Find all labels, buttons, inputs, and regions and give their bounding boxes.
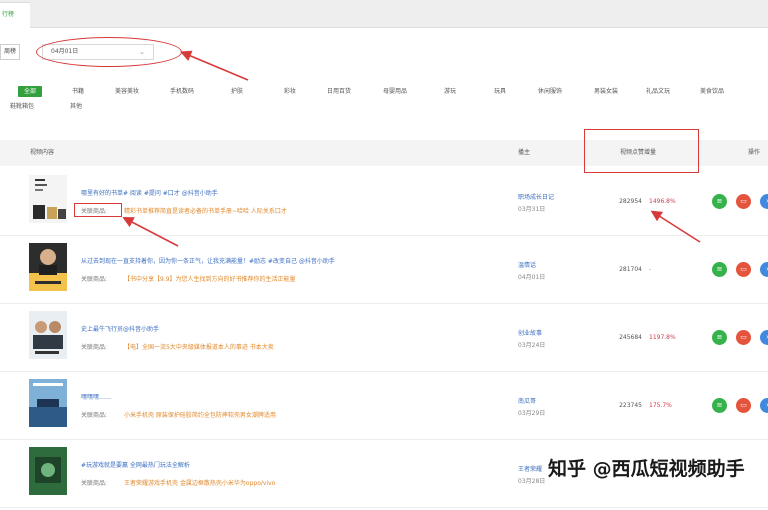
watermark: 知乎 @西瓜短视频助手 xyxy=(548,458,745,480)
annotation-arrows xyxy=(122,50,701,247)
